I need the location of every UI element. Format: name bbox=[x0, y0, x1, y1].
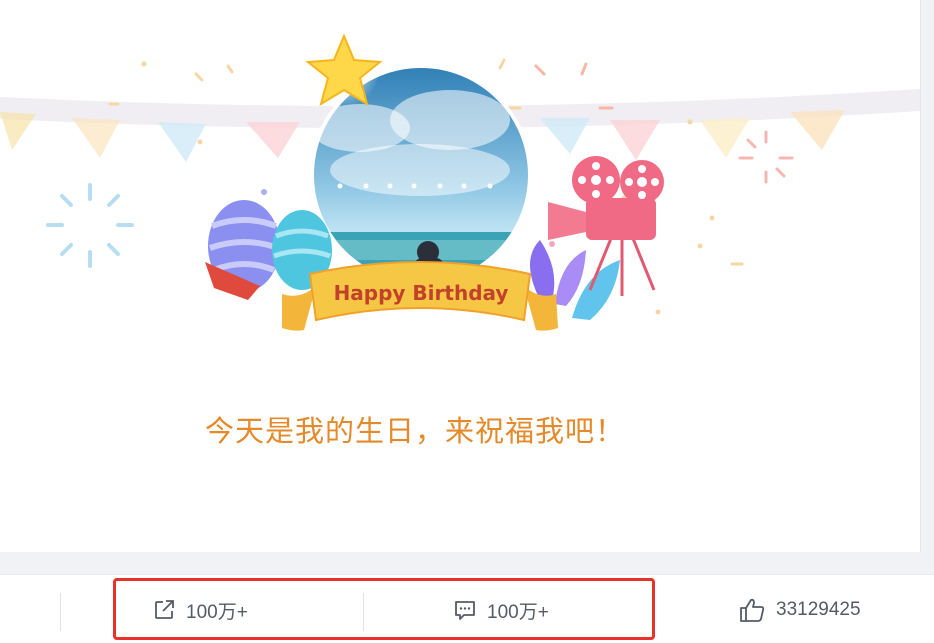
highlight-annotation bbox=[113, 578, 655, 640]
bunting-flag bbox=[700, 118, 750, 158]
like-button[interactable]: 33129425 bbox=[738, 595, 861, 625]
firework-left bbox=[46, 183, 134, 268]
bunting-flag bbox=[610, 120, 660, 160]
bunting-flag bbox=[540, 118, 590, 154]
like-count: 33129425 bbox=[776, 599, 861, 620]
action-bar: 100万+ 100万+ 33129425 bbox=[0, 574, 934, 643]
banner-text: Happy Birthday bbox=[334, 281, 509, 305]
firework-right bbox=[738, 130, 794, 184]
bunting-flag bbox=[790, 110, 845, 150]
birthday-illustration: Happy Birthday bbox=[0, 33, 920, 331]
thumbs-up-icon bbox=[738, 597, 766, 623]
post-card: Happy Birthday 今天是我的生日，来祝福我吧！ bbox=[0, 0, 921, 552]
bunting-flag bbox=[246, 122, 300, 158]
post-message: 今天是我的生日，来祝福我吧！ bbox=[204, 414, 625, 448]
bunting-flag bbox=[0, 112, 36, 150]
bunting-flag bbox=[72, 118, 120, 158]
divider bbox=[60, 593, 61, 631]
